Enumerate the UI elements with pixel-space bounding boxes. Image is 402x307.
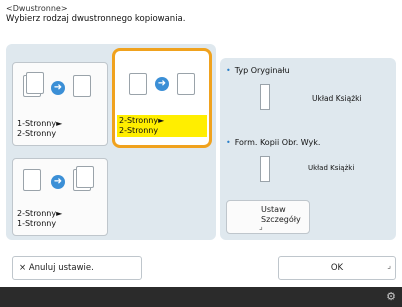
book-layout-icon bbox=[260, 84, 270, 110]
status-bar: ⚙ bbox=[0, 287, 402, 307]
arrow-right-icon: ➜ bbox=[155, 77, 169, 91]
output-format-value: Układ Książki bbox=[308, 164, 355, 172]
option-label: 1-Stronny► 2-Stronny bbox=[17, 119, 63, 138]
screen: <Dwustronne> Wybierz rodzaj dwustronnego… bbox=[0, 0, 402, 307]
original-type-value: Układ Książki bbox=[312, 94, 362, 103]
settings-icon[interactable]: ⚙ bbox=[386, 290, 396, 303]
option-label: 2-Stronny► 2-Stronny bbox=[117, 115, 207, 137]
original-type-title: Typ Oryginału bbox=[226, 66, 290, 75]
output-format-title: Form. Kopii Obr. Wyk. bbox=[226, 138, 321, 147]
option-2-to-2-sided[interactable]: ➜ 2-Stronny► 2-Stronny bbox=[112, 48, 212, 148]
screen-title: <Dwustronne> bbox=[6, 4, 68, 13]
set-details-button[interactable]: Ustaw Szczegóły ⌟ bbox=[226, 200, 310, 234]
ok-label: OK bbox=[330, 263, 344, 273]
cancel-settings-button[interactable]: × Anuluj ustawie. bbox=[12, 256, 142, 280]
option-2-to-1-sided[interactable]: ➜ 2-Stronny► 1-Stronny bbox=[12, 158, 108, 236]
option-label: 2-Stronny► 1-Stronny bbox=[17, 209, 63, 228]
screen-subtitle: Wybierz rodzaj dwustronnego kopiowania. bbox=[6, 14, 186, 24]
cancel-label: Anuluj ustawie. bbox=[28, 263, 94, 273]
close-icon: × bbox=[19, 263, 27, 273]
ok-button[interactable]: OK ⌟ bbox=[278, 256, 396, 280]
set-details-label: Ustaw Szczegóły bbox=[261, 205, 301, 224]
option-1-to-2-sided[interactable]: ➜ 1-Stronny► 2-Stronny bbox=[12, 62, 108, 146]
arrow-right-icon: ➜ bbox=[51, 81, 65, 95]
corner-indicator-icon: ⌟ bbox=[259, 222, 263, 231]
arrow-right-icon: ➜ bbox=[51, 175, 65, 189]
book-layout-icon bbox=[260, 156, 270, 182]
corner-indicator-icon: ⌟ bbox=[387, 261, 391, 270]
